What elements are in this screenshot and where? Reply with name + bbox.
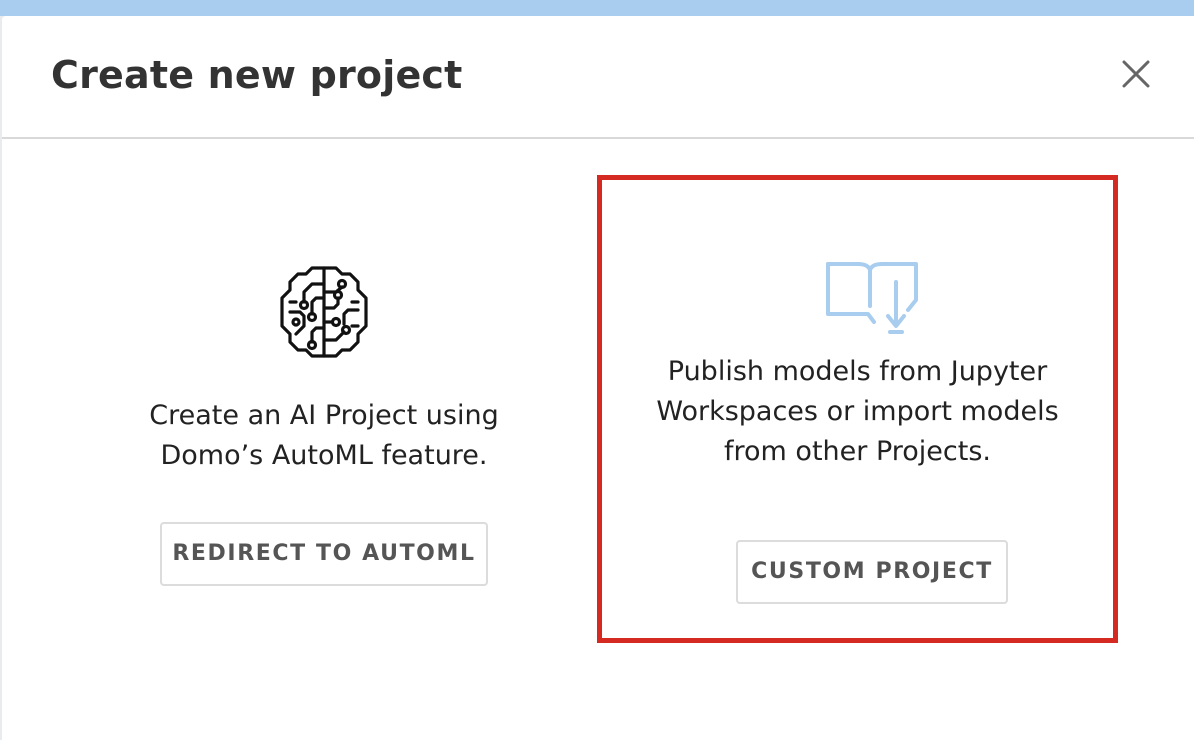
background-app-strip <box>0 0 1194 16</box>
automl-option-card: Create an AI Project using Domo’s AutoML… <box>120 176 528 642</box>
import-book-icon <box>824 260 920 340</box>
modal-header: Create new project <box>2 16 1194 139</box>
automl-description: Create an AI Project using Domo’s AutoML… <box>149 400 499 471</box>
modal-title: Create new project <box>51 53 463 97</box>
page: Create new project Create an AI Project … <box>0 0 1194 740</box>
ai-brain-icon <box>274 262 374 366</box>
custom-project-option-card: Publish models from Jupyter Workspaces o… <box>597 175 1118 643</box>
close-button[interactable] <box>1116 54 1156 94</box>
custom-project-description: Publish models from Jupyter Workspaces o… <box>656 356 1059 467</box>
redirect-to-automl-button[interactable]: REDIRECT TO AUTOML <box>160 522 488 586</box>
close-icon <box>1122 60 1150 88</box>
custom-project-button[interactable]: CUSTOM PROJECT <box>736 540 1008 604</box>
